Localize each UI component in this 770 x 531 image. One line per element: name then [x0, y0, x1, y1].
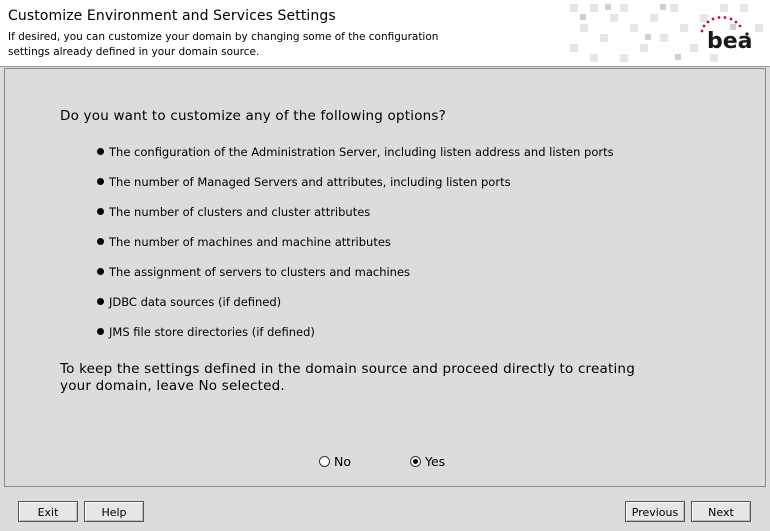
- list-item: The configuration of the Administration …: [97, 143, 614, 173]
- help-label: Help: [101, 506, 127, 519]
- bullet-icon: [97, 178, 104, 185]
- bullet-icon: [97, 208, 104, 215]
- exit-button[interactable]: Exit: [18, 501, 78, 522]
- svg-text:bea: bea: [707, 29, 753, 54]
- question-text: Do you want to customize any of the foll…: [60, 108, 447, 124]
- radio-yes[interactable]: Yes: [410, 454, 445, 469]
- list-item: The number of Managed Servers and attrib…: [97, 173, 614, 203]
- page-title: Customize Environment and Services Setti…: [8, 8, 336, 24]
- option-text: JMS file store directories (if defined): [109, 325, 315, 339]
- list-item: The number of clusters and cluster attri…: [97, 203, 614, 233]
- bullet-icon: [97, 238, 104, 245]
- options-list: The configuration of the Administration …: [97, 143, 614, 353]
- bea-logo: bea: [700, 16, 753, 54]
- list-item: The assignment of servers to clusters an…: [97, 263, 614, 293]
- bullet-icon: [97, 298, 104, 305]
- radio-no[interactable]: No: [319, 454, 351, 469]
- radio-yes-label: Yes: [425, 454, 446, 469]
- exit-label: Exit: [37, 506, 59, 519]
- previous-label: Previous: [631, 506, 679, 519]
- radio-no-circle[interactable]: [319, 456, 330, 467]
- bullet-icon: [97, 268, 104, 275]
- list-item: JDBC data sources (if defined): [97, 293, 614, 323]
- page-description: If desired, you can customize your domai…: [8, 31, 439, 58]
- content-panel: Do you want to customize any of the foll…: [4, 68, 766, 487]
- radio-yes-circle[interactable]: [410, 456, 421, 467]
- previous-button[interactable]: Previous: [625, 501, 685, 522]
- list-item: The number of machines and machine attri…: [97, 233, 614, 263]
- header-banner: Customize Environment and Services Setti…: [0, 0, 770, 67]
- option-text: The number of clusters and cluster attri…: [109, 205, 371, 219]
- help-button[interactable]: Help: [84, 501, 144, 522]
- option-text: The configuration of the Administration …: [109, 145, 614, 159]
- keep-settings-text: To keep the settings defined in the doma…: [60, 361, 635, 394]
- bullet-icon: [97, 148, 104, 155]
- option-text: JDBC data sources (if defined): [109, 295, 282, 309]
- option-text: The assignment of servers to clusters an…: [109, 265, 411, 279]
- radio-no-label: No: [334, 454, 351, 469]
- bullet-icon: [97, 328, 104, 335]
- next-label: Next: [708, 506, 734, 519]
- option-text: The number of Managed Servers and attrib…: [109, 175, 511, 189]
- list-item: JMS file store directories (if defined): [97, 323, 614, 353]
- next-button[interactable]: Next: [691, 501, 751, 522]
- option-text: The number of machines and machine attri…: [109, 235, 391, 249]
